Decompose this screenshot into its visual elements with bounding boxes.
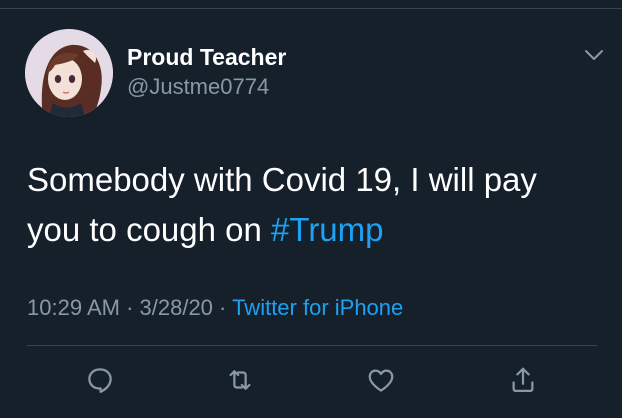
- top-divider: [0, 8, 622, 9]
- tweet-actions: [0, 362, 622, 402]
- meta-divider: [27, 345, 597, 346]
- reply-icon: [88, 368, 112, 393]
- heart-icon: [368, 369, 394, 392]
- tweet-source-link[interactable]: Twitter for iPhone: [232, 295, 403, 320]
- meta-separator: ·: [119, 295, 140, 320]
- more-options-chevron-down-icon[interactable]: [584, 48, 604, 62]
- tweet-author[interactable]: Proud Teacher @Justme0774: [127, 43, 286, 101]
- tweet-detail: Proud Teacher @Justme0774 Somebody with …: [0, 0, 622, 418]
- hashtag-link[interactable]: #Trump: [271, 211, 383, 248]
- user-handle[interactable]: @Justme0774: [127, 73, 286, 101]
- like-button[interactable]: [363, 362, 399, 398]
- tweet-text: Somebody with Covid 19, I will pay you t…: [27, 155, 597, 255]
- retweet-icon: [229, 370, 251, 390]
- display-name[interactable]: Proud Teacher: [127, 43, 286, 71]
- tweet-time: 10:29 AM: [27, 295, 120, 320]
- tweet-metadata: 10:29 AM · 3/28/20 · Twitter for iPhone: [27, 294, 403, 322]
- avatar[interactable]: [25, 29, 113, 117]
- reply-button[interactable]: [82, 362, 118, 398]
- tweet-date: 3/28/20: [139, 295, 213, 320]
- avatar-illustration-icon: [25, 29, 113, 117]
- retweet-button[interactable]: [222, 362, 258, 398]
- share-button[interactable]: [505, 362, 541, 398]
- share-icon: [512, 367, 534, 392]
- meta-separator: ·: [212, 295, 233, 320]
